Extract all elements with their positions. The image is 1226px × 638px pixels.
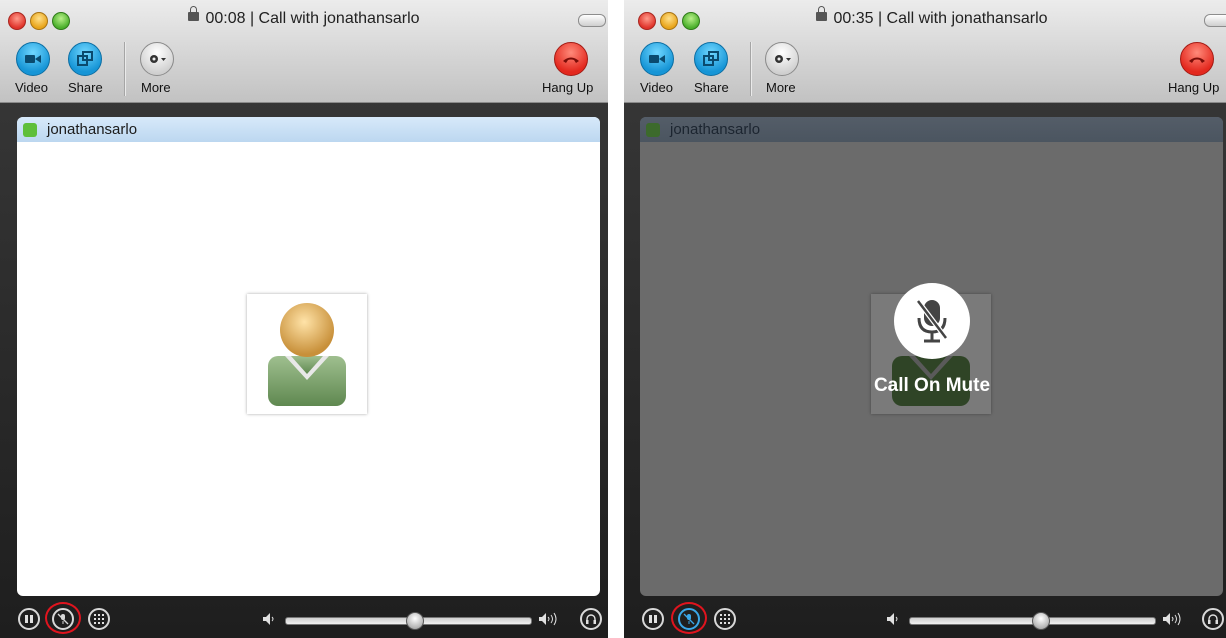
keypad-icon — [94, 614, 104, 624]
presence-icon — [23, 123, 37, 137]
window-title-text: 00:08 | Call with jonathansarlo — [205, 10, 419, 27]
volume-low-icon — [262, 611, 276, 627]
gear-icon — [147, 52, 167, 66]
window-title: 00:08 | Call with jonathansarlo — [0, 10, 608, 28]
hangup-icon — [562, 54, 580, 64]
call-panel: jonathansarlo — [17, 117, 600, 596]
hang-up-label: Hang Up — [1168, 80, 1219, 95]
toolbar-separator — [750, 42, 751, 96]
hold-button[interactable] — [18, 608, 40, 630]
mute-overlay: Call On Mute — [640, 117, 1223, 596]
window-title-text: 00:35 | Call with jonathansarlo — [833, 10, 1047, 27]
headset-icon — [585, 613, 597, 625]
contact-avatar — [247, 294, 367, 414]
headset-icon — [1207, 613, 1219, 625]
window-title: 00:35 | Call with jonathansarlo — [638, 10, 1226, 28]
highlight-ring — [671, 602, 707, 634]
keypad-icon — [720, 614, 730, 624]
lock-icon — [188, 12, 199, 21]
volume-slider-thumb[interactable] — [1032, 612, 1050, 630]
call-controls-bar — [624, 596, 1226, 638]
more-label: More — [141, 80, 171, 95]
share-button[interactable] — [68, 42, 102, 76]
audio-device-button[interactable] — [580, 608, 602, 630]
share-button[interactable] — [694, 42, 728, 76]
video-icon — [648, 52, 666, 66]
hang-up-label: Hang Up — [542, 80, 593, 95]
toolbar-separator — [124, 42, 125, 96]
gear-icon — [772, 52, 792, 66]
hang-up-button[interactable] — [1180, 42, 1214, 76]
pause-icon — [24, 614, 34, 624]
mute-indicator — [894, 283, 970, 359]
toolbar-toggle-button[interactable] — [578, 14, 606, 27]
share-label: Share — [68, 80, 103, 95]
toolbar-toggle-button[interactable] — [1204, 14, 1226, 27]
keypad-button[interactable] — [714, 608, 736, 630]
call-window-left: 00:08 | Call with jonathansarlo Video Sh… — [0, 0, 608, 638]
keypad-button[interactable] — [88, 608, 110, 630]
participant-header: jonathansarlo — [17, 117, 600, 142]
more-button[interactable] — [765, 42, 799, 76]
video-label: Video — [15, 80, 48, 95]
lock-icon — [816, 12, 827, 21]
pause-icon — [648, 614, 658, 624]
mute-status-text: Call On Mute — [840, 375, 1024, 397]
share-label: Share — [694, 80, 729, 95]
titlebar: 00:35 | Call with jonathansarlo Video Sh… — [624, 0, 1226, 103]
more-button[interactable] — [140, 42, 174, 76]
call-controls-bar — [0, 596, 608, 638]
share-icon — [76, 50, 94, 68]
mic-muted-icon — [915, 298, 949, 344]
video-button[interactable] — [16, 42, 50, 76]
video-button[interactable] — [640, 42, 674, 76]
participant-name: jonathansarlo — [47, 121, 137, 138]
audio-device-button[interactable] — [1202, 608, 1224, 630]
hang-up-button[interactable] — [554, 42, 588, 76]
person-icon — [247, 294, 367, 414]
highlight-ring — [45, 602, 81, 634]
more-label: More — [766, 80, 796, 95]
call-panel: jonathansarlo Call On Mute — [640, 117, 1223, 596]
volume-high-icon — [1162, 611, 1184, 627]
volume-slider-thumb[interactable] — [406, 612, 424, 630]
call-window-right: 00:35 | Call with jonathansarlo Video Sh… — [624, 0, 1226, 638]
share-icon — [702, 50, 720, 68]
volume-low-icon — [886, 611, 900, 627]
hangup-icon — [1188, 54, 1206, 64]
video-label: Video — [640, 80, 673, 95]
volume-high-icon — [538, 611, 560, 627]
titlebar: 00:08 | Call with jonathansarlo Video Sh… — [0, 0, 608, 103]
video-icon — [24, 52, 42, 66]
hold-button[interactable] — [642, 608, 664, 630]
